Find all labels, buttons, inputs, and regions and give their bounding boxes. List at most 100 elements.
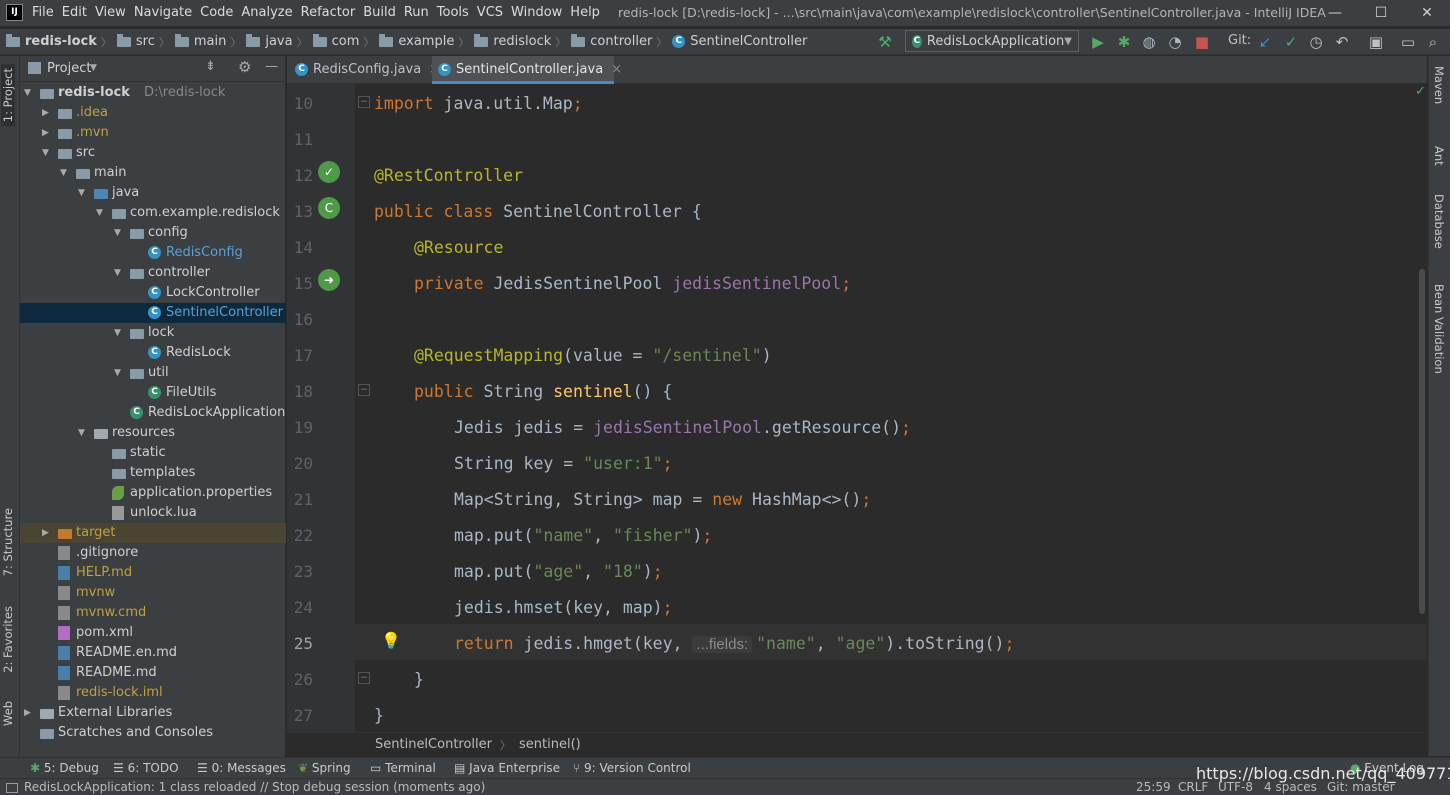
- spring-class-gutter-icon[interactable]: C: [318, 197, 340, 219]
- chevron-right-icon[interactable]: ▶: [42, 523, 49, 543]
- breadcrumb-example[interactable]: example 〉: [379, 33, 474, 50]
- search-icon[interactable]: ⌕: [1424, 33, 1442, 51]
- breadcrumb-java[interactable]: java 〉: [246, 33, 312, 50]
- project-panel-title[interactable]: Project: [47, 61, 91, 76]
- tool-tab-spring[interactable]: ❦ Spring: [298, 758, 351, 779]
- chevron-down-icon[interactable]: ▼: [114, 223, 121, 243]
- breadcrumb-redislock[interactable]: redislock 〉: [474, 33, 571, 50]
- tree-item[interactable]: ▼ lock: [20, 323, 286, 343]
- menu-tools[interactable]: Tools: [437, 0, 469, 26]
- vertical-scrollbar[interactable]: [1419, 269, 1425, 614]
- tree-item[interactable]: ▼ config: [20, 223, 286, 243]
- tree-item[interactable]: pom.xml: [20, 623, 286, 643]
- hide-panel-icon[interactable]: —: [265, 59, 278, 74]
- project-structure-icon[interactable]: ▣: [1367, 33, 1385, 51]
- chevron-down-icon[interactable]: ▼: [114, 263, 121, 283]
- tree-item[interactable]: HELP.md: [20, 563, 286, 583]
- tree-item[interactable]: README.en.md: [20, 643, 286, 663]
- tree-item[interactable]: ▶ target: [20, 523, 286, 543]
- tool-tab-ant[interactable]: Ant: [1432, 146, 1446, 166]
- fold-marker-icon[interactable]: −: [358, 96, 370, 108]
- chevron-down-icon[interactable]: ▼: [114, 363, 121, 383]
- menu-run[interactable]: Run: [404, 0, 429, 26]
- status-message[interactable]: RedisLockApplication: 1 class reloaded /…: [24, 779, 485, 795]
- fold-marker-icon[interactable]: −: [358, 384, 370, 396]
- menu-vcs[interactable]: VCS: [477, 0, 503, 26]
- tree-item[interactable]: ▼ redis-lock D:\redis-lock: [20, 83, 286, 103]
- menu-build[interactable]: Build: [363, 0, 396, 26]
- tree-item[interactable]: templates: [20, 463, 286, 483]
- autowired-gutter-icon[interactable]: ➜: [318, 269, 340, 291]
- close-window-button[interactable]: ✕: [1404, 0, 1450, 26]
- maximize-button[interactable]: ☐: [1358, 0, 1404, 26]
- chevron-down-icon[interactable]: ▼: [78, 423, 85, 443]
- tool-tab-version-control[interactable]: ⑂ 9: Version Control: [573, 758, 691, 779]
- menu-file[interactable]: File: [32, 0, 54, 26]
- tool-tab-web[interactable]: Web: [1, 701, 15, 726]
- tree-item[interactable]: Scratches and Consoles: [20, 723, 286, 743]
- tab-sentinelcontroller[interactable]: C SentinelController.java ×: [432, 56, 622, 84]
- tree-item[interactable]: ▼ java: [20, 183, 286, 203]
- tree-item[interactable]: application.properties: [20, 483, 286, 503]
- tree-item[interactable]: C RedisConfig: [20, 243, 286, 263]
- breadcrumb-class[interactable]: C SentinelController: [672, 34, 807, 49]
- breadcrumb-controller[interactable]: controller 〉: [571, 33, 672, 50]
- coverage-icon[interactable]: ◍: [1140, 33, 1158, 51]
- tool-tab-todo[interactable]: ☰ 6: TODO: [113, 758, 179, 779]
- tree-item[interactable]: ▶ External Libraries: [20, 703, 286, 723]
- git-commit-icon[interactable]: ✓: [1282, 33, 1300, 51]
- fold-marker-icon[interactable]: −: [358, 672, 370, 684]
- tool-tab-structure[interactable]: 7: Structure: [1, 508, 15, 576]
- chevron-down-icon[interactable]: ▼: [60, 163, 67, 183]
- profile-icon[interactable]: ◔: [1166, 33, 1184, 51]
- breadcrumb-com[interactable]: com 〉: [312, 33, 380, 50]
- menu-window[interactable]: Window: [511, 0, 562, 26]
- menu-code[interactable]: Code: [200, 0, 233, 26]
- tree-item[interactable]: ▼ main: [20, 163, 286, 183]
- close-tab-icon[interactable]: ×: [611, 62, 622, 77]
- tool-tab-project[interactable]: 1: Project: [1, 64, 15, 127]
- menu-refactor[interactable]: Refactor: [301, 0, 356, 26]
- inspection-ok-icon[interactable]: ✓: [1415, 84, 1426, 99]
- chevron-down-icon[interactable]: ▼: [96, 203, 103, 223]
- build-hammer-icon[interactable]: ⚒: [876, 33, 894, 51]
- run-config-select[interactable]: C RedisLockApplication ▼: [905, 30, 1079, 52]
- tree-item[interactable]: README.md: [20, 663, 286, 683]
- tree-item[interactable]: ▶ .idea: [20, 103, 286, 123]
- minimize-button[interactable]: —: [1312, 0, 1358, 26]
- stop-icon[interactable]: ■: [1193, 33, 1211, 51]
- code-editor[interactable]: 10 11 12 13 14 15 16 17 18 19 20 21 22 23 24 25 26 27 ✓ C…: [287, 84, 1427, 732]
- menu-view[interactable]: View: [95, 0, 126, 26]
- tree-item[interactable]: redis-lock.iml: [20, 683, 286, 703]
- debug-icon[interactable]: ✱: [1115, 33, 1133, 51]
- editor-crumb-class[interactable]: SentinelController: [375, 737, 492, 752]
- tree-item[interactable]: C RedisLock: [20, 343, 286, 363]
- breadcrumb-src[interactable]: src 〉: [116, 33, 175, 50]
- chevron-down-icon[interactable]: ▼: [90, 63, 97, 73]
- tool-tab-terminal[interactable]: ▭ Terminal: [370, 758, 436, 779]
- tool-tab-favorites[interactable]: 2: Favorites: [1, 606, 15, 673]
- run-icon[interactable]: ▶: [1089, 33, 1107, 51]
- tree-item[interactable]: C RedisLockApplication: [20, 403, 286, 423]
- tree-item[interactable]: ▼ controller: [20, 263, 286, 283]
- history-icon[interactable]: ◷: [1307, 33, 1325, 51]
- menu-help[interactable]: Help: [570, 0, 600, 26]
- tree-item[interactable]: static: [20, 443, 286, 463]
- chevron-right-icon[interactable]: ▶: [42, 123, 49, 143]
- gear-icon[interactable]: ⚙: [238, 58, 251, 76]
- chevron-right-icon[interactable]: ▶: [24, 703, 31, 723]
- revert-icon[interactable]: ↶: [1333, 33, 1351, 51]
- intention-bulb-icon[interactable]: 💡: [381, 631, 401, 650]
- tool-tab-messages[interactable]: ☰ 0: Messages: [197, 758, 286, 779]
- tree-item[interactable]: ▶ .mvn: [20, 123, 286, 143]
- menu-edit[interactable]: Edit: [62, 0, 87, 26]
- collapse-all-icon[interactable]: ⇟: [205, 59, 216, 74]
- tab-redisconfig[interactable]: CRedisConfig.java×: [289, 56, 440, 84]
- tree-item[interactable]: unlock.lua: [20, 503, 286, 523]
- chevron-down-icon[interactable]: ▼: [42, 143, 49, 163]
- toggle-tool-windows-icon[interactable]: [6, 783, 18, 793]
- caret-position[interactable]: 25:59: [1136, 779, 1171, 795]
- chevron-down-icon[interactable]: ▼: [24, 83, 31, 103]
- menu-analyze[interactable]: Analyze: [241, 0, 292, 26]
- layout-icon[interactable]: ▭: [1399, 33, 1417, 51]
